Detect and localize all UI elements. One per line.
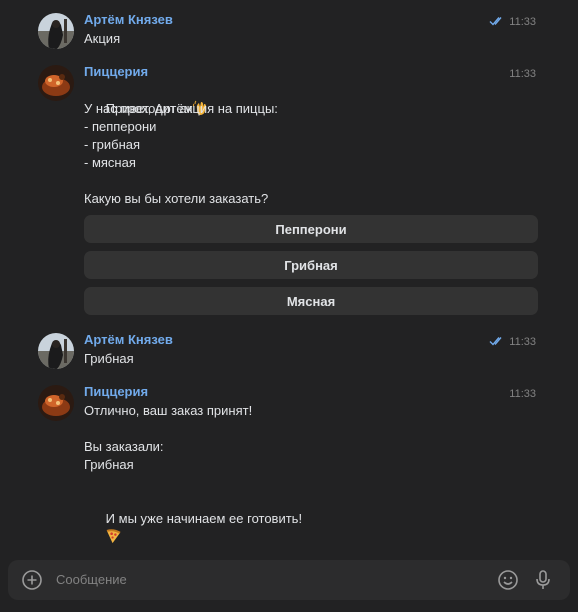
message-last-line: И мы уже начинаем ее готовить! <box>84 492 302 564</box>
message-time: 11:33 <box>509 16 536 28</box>
microphone-icon[interactable] <box>531 568 555 592</box>
read-check-icon <box>489 337 502 346</box>
pizza-icon <box>106 529 121 544</box>
avatar-pizzeria[interactable] <box>38 385 74 421</box>
emoji-icon[interactable] <box>496 568 520 592</box>
avatar-pizzeria[interactable] <box>38 65 74 101</box>
message-text: Отлично, ваш заказ принят! Вы заказали: … <box>84 403 253 472</box>
message-text: У нас проходит акция на пиццы: - пепперо… <box>84 101 278 206</box>
message-time: 11:33 <box>509 68 536 80</box>
message-time: 11:33 <box>509 336 536 348</box>
message-author[interactable]: Артём Князев <box>84 12 173 28</box>
read-check-icon <box>489 17 502 26</box>
message-author[interactable]: Пиццерия <box>84 64 148 80</box>
message-text: Акция <box>84 31 121 46</box>
message-time: 11:33 <box>509 388 536 400</box>
avatar-user[interactable] <box>38 333 74 369</box>
keyboard-button-mushroom[interactable]: Грибная <box>84 251 538 279</box>
message-composer[interactable]: Сообщение <box>8 560 570 600</box>
keyboard-button-pepperoni[interactable]: Пепперони <box>84 215 538 243</box>
message-input[interactable]: Сообщение <box>56 572 127 587</box>
message-author[interactable]: Пиццерия <box>84 384 148 400</box>
attach-plus-icon[interactable] <box>20 568 44 592</box>
last-line-text: И мы уже начинаем ее готовить! <box>105 511 303 526</box>
keyboard-button-meat[interactable]: Мясная <box>84 287 538 315</box>
message-text: Грибная <box>84 351 134 366</box>
avatar-user[interactable] <box>38 13 74 49</box>
chat-history: Артём Князев 11:33 Акция Пиццерия 11:33 … <box>0 0 578 560</box>
message-author[interactable]: Артём Князев <box>84 332 173 348</box>
